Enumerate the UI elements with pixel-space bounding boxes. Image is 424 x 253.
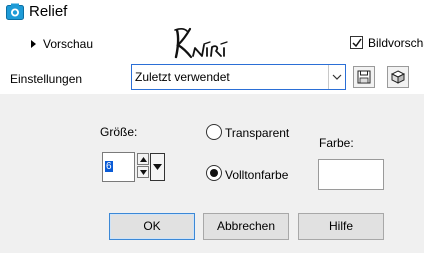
expand-triangle-icon[interactable] xyxy=(31,40,36,48)
color-label: Farbe: xyxy=(319,136,354,150)
arrow-up-icon xyxy=(140,157,147,162)
save-icon xyxy=(357,70,371,84)
size-input-value: 6 xyxy=(105,161,113,172)
size-input[interactable]: 6 xyxy=(102,152,135,182)
solid-color-radio-label[interactable]: Volltonfarbe xyxy=(225,168,288,182)
dice-icon xyxy=(391,70,405,84)
preview-checkbox[interactable] xyxy=(350,36,363,49)
preset-select[interactable]: Zuletzt verwendet xyxy=(131,64,346,90)
window-title: Relief xyxy=(29,3,68,20)
arrow-down-icon xyxy=(140,170,147,175)
radio-selected-dot xyxy=(210,169,218,177)
preview-checkbox-label[interactable]: Bildvorschau xyxy=(368,36,424,50)
solid-color-radio[interactable] xyxy=(206,165,222,181)
kniri-logo xyxy=(173,24,235,60)
random-preset-button[interactable] xyxy=(387,66,409,88)
ok-button[interactable]: OK xyxy=(109,213,195,240)
size-slider-dropdown[interactable] xyxy=(150,153,165,181)
settings-label: Einstellungen xyxy=(10,72,83,86)
preset-select-value: Zuletzt verwendet xyxy=(135,70,230,84)
size-decrement-button[interactable] xyxy=(137,166,149,178)
chevron-down-icon[interactable] xyxy=(328,65,345,89)
size-increment-button[interactable] xyxy=(137,153,149,165)
preview-toggle[interactable]: Vorschau xyxy=(43,37,93,51)
photo-app-icon xyxy=(6,3,24,20)
caret-down-icon xyxy=(153,164,162,170)
size-label: Größe: xyxy=(100,125,138,139)
save-preset-button[interactable] xyxy=(353,66,375,88)
transparent-radio-label[interactable]: Transparent xyxy=(225,126,289,140)
help-button[interactable]: Hilfe xyxy=(298,213,384,240)
cancel-button[interactable]: Abbrechen xyxy=(203,213,289,240)
color-swatch[interactable] xyxy=(318,159,384,190)
transparent-radio[interactable] xyxy=(206,124,222,140)
